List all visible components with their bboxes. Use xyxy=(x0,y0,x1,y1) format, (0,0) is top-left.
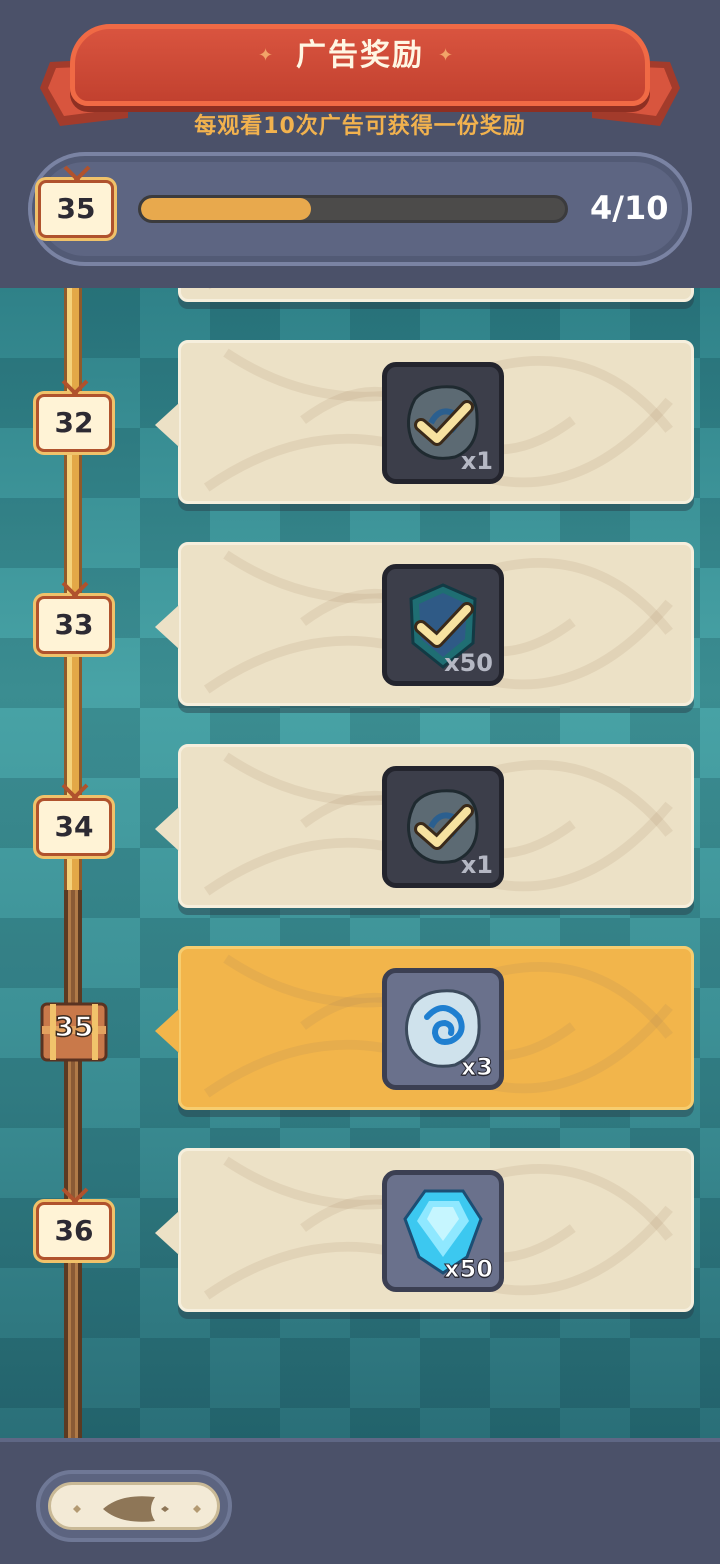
reward-item-slot[interactable]: x1 xyxy=(382,766,504,888)
level-number: 35 xyxy=(54,1009,94,1044)
level-badge-34: 34 xyxy=(36,783,112,856)
current-level-number: 35 xyxy=(56,192,96,225)
reward-list[interactable]: 31x5032x133x5034x135x336x50 xyxy=(0,288,720,1438)
reward-item-slot[interactable]: x1 xyxy=(382,362,504,484)
progress-bar-fill xyxy=(141,198,311,220)
level-number: 32 xyxy=(54,406,94,439)
reward-card-35[interactable]: x3 xyxy=(155,946,694,1110)
badge-antenna-icon xyxy=(61,581,89,597)
reward-card-32[interactable]: x1 xyxy=(155,340,694,504)
reward-item-slot[interactable]: x50 xyxy=(382,1170,504,1292)
reward-header: ✦ 广告奖励 ✦ 每观看10次广告可获得一份奖励 35 4/10 xyxy=(0,0,720,288)
page-title: 广告奖励 xyxy=(296,38,424,73)
reward-quantity: x1 xyxy=(460,447,493,475)
level-chest-badge-35: 35 xyxy=(40,1000,108,1062)
level-number: 34 xyxy=(54,810,94,843)
reward-quantity: x50 xyxy=(444,1255,494,1284)
back-button[interactable] xyxy=(36,1470,232,1542)
reward-card-33[interactable]: x50 xyxy=(155,542,694,706)
back-arrow-icon xyxy=(73,1496,201,1522)
badge-antenna-icon xyxy=(61,783,89,799)
card-pattern xyxy=(208,288,212,290)
title-ornament-right-icon: ✦ xyxy=(438,45,454,66)
reward-quantity: x3 xyxy=(460,1053,493,1082)
reward-card-34[interactable]: x1 xyxy=(155,744,694,908)
reward-card-36[interactable]: x50 xyxy=(155,1148,694,1312)
level-badge-36: 36 xyxy=(36,1187,112,1260)
back-button-inner xyxy=(48,1482,220,1530)
progress-bar xyxy=(138,195,568,223)
page-subtitle: 每观看10次广告可获得一份奖励 xyxy=(194,114,526,139)
level-number: 33 xyxy=(54,608,94,641)
reward-item-slot[interactable]: x3 xyxy=(382,968,504,1090)
badge-antenna-icon xyxy=(61,1187,89,1203)
progress-rope-pending xyxy=(64,890,82,1438)
badge-antenna-icon xyxy=(63,165,91,181)
current-level-badge: 35 xyxy=(38,165,114,238)
level-badge-32: 32 xyxy=(36,379,112,452)
reward-quantity: x1 xyxy=(460,851,493,879)
level-badge-33: 33 xyxy=(36,581,112,654)
badge-antenna-icon xyxy=(61,379,89,395)
reward-card-31[interactable]: x50 xyxy=(178,288,694,302)
reward-quantity: x50 xyxy=(444,649,493,677)
footer-bar xyxy=(0,1438,720,1564)
level-number: 36 xyxy=(54,1214,94,1247)
progress-count: 4/10 xyxy=(590,189,669,227)
reward-item-slot[interactable]: x50 xyxy=(382,564,504,686)
